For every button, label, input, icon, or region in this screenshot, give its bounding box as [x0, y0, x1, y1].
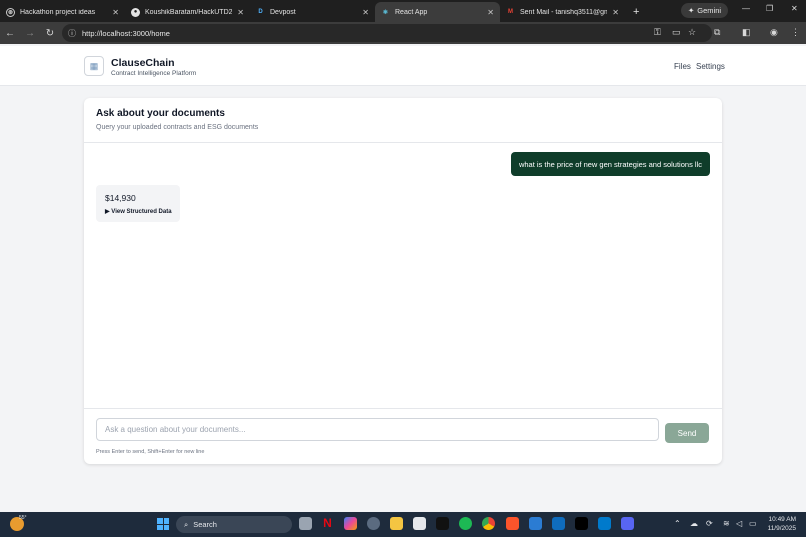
weather-temperature: 55°: [19, 515, 27, 521]
taskbar-search[interactable]: ⌕ Search: [176, 516, 292, 533]
user-message: what is the price of new gen strategies …: [510, 152, 710, 176]
close-icon[interactable]: ✕: [612, 8, 619, 17]
volume-icon[interactable]: ◁: [736, 519, 742, 528]
windows-start-icon[interactable]: [157, 518, 169, 530]
onedrive-cloud-icon[interactable]: ☁: [690, 519, 698, 528]
system-clock[interactable]: 10:49 AM 11/9/2025: [768, 515, 796, 533]
microsoft-store-icon[interactable]: [413, 517, 426, 530]
sparkle-icon: ✦: [688, 6, 695, 15]
window-close-icon[interactable]: ✕: [791, 4, 798, 13]
cast-icon[interactable]: ▭: [672, 27, 681, 38]
chatgpt-icon: ⊛: [6, 7, 15, 17]
tab-title: Devpost: [270, 8, 296, 16]
battery-icon[interactable]: ▭: [749, 519, 757, 528]
back-icon[interactable]: ←: [0, 28, 20, 39]
new-tab-button[interactable]: +: [625, 2, 647, 22]
search-icon: ⌕: [184, 519, 189, 529]
extensions-icon[interactable]: ⧉: [714, 27, 720, 38]
netflix-icon[interactable]: N: [321, 517, 334, 530]
close-icon[interactable]: ✕: [237, 8, 244, 17]
assistant-message: $14,930 ▶ View Structured Data: [96, 185, 180, 222]
calendar-app-icon[interactable]: [529, 517, 542, 530]
file-explorer-icon[interactable]: [390, 517, 403, 530]
terminal-icon[interactable]: [575, 517, 588, 530]
chat-panel: Ask about your documents Query your uplo…: [84, 98, 722, 464]
react-icon: ⚛: [382, 9, 389, 16]
menu-icon[interactable]: ⋮: [791, 27, 800, 38]
outlook-icon[interactable]: [552, 517, 565, 530]
browser-tab[interactable]: D Devpost ✕: [250, 2, 375, 22]
windows-taskbar: [0, 512, 806, 537]
browser-tab[interactable]: ⊛ Hackathon project ideas ✕: [0, 2, 125, 22]
task-view-icon[interactable]: [299, 517, 312, 530]
browser-tab[interactable]: M Sent Mail - tanishq3511@gmail.com ✕: [500, 2, 625, 22]
send-button[interactable]: Send: [665, 423, 709, 443]
nav-settings-link[interactable]: Settings: [696, 62, 725, 71]
brave-icon[interactable]: [506, 517, 519, 530]
sync-icon[interactable]: ⟳: [706, 519, 713, 528]
address-bar[interactable]: ⓘ http://localhost:3000/home: [62, 24, 712, 42]
close-icon[interactable]: ✕: [487, 8, 494, 17]
wifi-icon[interactable]: ≋: [723, 519, 730, 528]
discord-icon[interactable]: [621, 517, 634, 530]
gemini-label: Gemini: [697, 6, 722, 15]
profile-avatar-icon[interactable]: ◉: [770, 27, 778, 38]
password-key-icon[interactable]: ⚿: [654, 27, 661, 38]
vscode-icon[interactable]: [598, 517, 611, 530]
tab-title: KoushikBaratam/HackUTD2025: [145, 8, 233, 16]
tab-title: Hackathon project ideas: [20, 8, 96, 16]
tray-overflow-icon[interactable]: ⌃: [674, 519, 681, 528]
forward-icon[interactable]: →: [20, 28, 40, 39]
taskbar-search-label: Search: [193, 520, 217, 529]
close-icon[interactable]: ✕: [362, 8, 369, 17]
settings-gear-icon[interactable]: [367, 517, 380, 530]
gemini-button[interactable]: ✦ Gemini: [681, 3, 729, 18]
tab-title: React App: [395, 8, 428, 16]
chat-header: Ask about your documents Query your uplo…: [84, 98, 722, 143]
chrome-icon[interactable]: [482, 517, 495, 530]
copilot-icon[interactable]: [344, 517, 357, 530]
gmail-icon: M: [508, 9, 513, 15]
close-icon[interactable]: ✕: [112, 8, 119, 17]
brand-tagline: Contract Intelligence Platform: [111, 70, 197, 77]
question-input[interactable]: [96, 418, 659, 441]
url-text: http://localhost:3000/home: [82, 28, 170, 38]
brand-name: ClauseChain: [111, 57, 175, 69]
assistant-answer: $14,930: [105, 193, 136, 203]
site-info-icon[interactable]: ⓘ: [68, 28, 76, 39]
disclosure-triangle-icon: ▶: [105, 209, 110, 215]
reload-icon[interactable]: ↻: [40, 28, 60, 39]
split-view-icon[interactable]: ◧: [742, 27, 751, 38]
tab-title: Sent Mail - tanishq3511@gmail.com: [520, 8, 608, 16]
chat-composer: Send Press Enter to send, Shift+Enter fo…: [84, 408, 722, 464]
minimize-icon[interactable]: —: [742, 4, 750, 13]
clock-time: 10:49 AM: [768, 516, 796, 523]
bookmark-star-icon[interactable]: ☆: [688, 27, 696, 38]
chat-title: Ask about your documents: [96, 108, 225, 119]
devpost-icon: D: [258, 9, 263, 15]
nav-files-link[interactable]: Files: [674, 62, 691, 71]
github-icon: ●: [131, 7, 140, 17]
spotify-icon[interactable]: [459, 517, 472, 530]
input-hint: Press Enter to send, Shift+Enter for new…: [96, 449, 205, 455]
clausechain-logo-icon: ▦: [84, 56, 104, 76]
clock-date: 11/9/2025: [767, 525, 796, 532]
browser-tab-active[interactable]: ⚛ React App ✕: [375, 2, 500, 22]
view-structured-data-toggle[interactable]: ▶ View Structured Data: [105, 208, 172, 215]
restore-icon[interactable]: ❐: [766, 4, 773, 13]
view-structured-data-label: View Structured Data: [111, 209, 172, 215]
browser-tab[interactable]: ● KoushikBaratam/HackUTD2025 ✕: [125, 2, 250, 22]
hulu-icon[interactable]: [436, 517, 449, 530]
chat-subtitle: Query your uploaded contracts and ESG do…: [96, 124, 259, 131]
